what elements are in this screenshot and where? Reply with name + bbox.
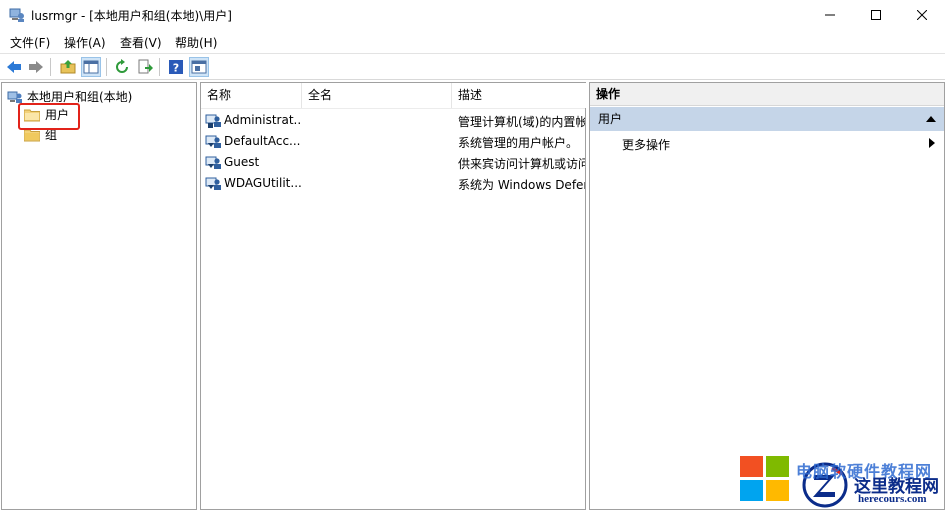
table-row[interactable]: Guest 供来宾访问计算机或访问域的内置帐户: [205, 152, 585, 173]
cell-description: 系统管理的用户帐户。: [458, 136, 579, 150]
back-button[interactable]: [4, 57, 24, 77]
maximize-icon: [871, 10, 881, 20]
up-button[interactable]: [58, 57, 78, 77]
cell-name: DefaultAcc...: [224, 134, 301, 148]
minimize-button[interactable]: [807, 0, 853, 30]
window-title: lusrmgr - [本地用户和组(本地)\用户]: [31, 9, 232, 23]
cell-name: WDAGUtilit...: [224, 176, 302, 190]
forward-button[interactable]: [26, 57, 46, 77]
table-row[interactable]: Administrat... 管理计算机(域)的内置帐户: [205, 110, 585, 131]
up-folder-icon: [60, 60, 76, 74]
more-actions-item[interactable]: 更多操作: [622, 136, 670, 153]
cell-name: Administrat...: [224, 113, 302, 127]
help-icon: ?: [169, 60, 183, 75]
tree-pane: 本地用户和组(本地) 用户 组: [1, 82, 197, 510]
toolbar-separator: [50, 58, 51, 76]
column-header-name[interactable]: 名称: [201, 83, 302, 108]
menu-action[interactable]: 操作(A): [64, 34, 106, 51]
cell-description: 系统为 Windows Defender 应用程序防护: [458, 178, 585, 192]
svg-text:?: ?: [173, 62, 179, 75]
header-divider: [201, 108, 585, 109]
minimize-icon: [825, 14, 835, 16]
show-hide-tree-icon: [83, 60, 99, 74]
forward-arrow-icon: [29, 61, 43, 73]
computer-management-icon: [9, 8, 24, 22]
column-header-description[interactable]: 描述: [452, 83, 586, 108]
close-button[interactable]: [899, 0, 945, 30]
user-account-disabled-icon: [205, 156, 221, 169]
show-hide-action-pane-button[interactable]: [189, 57, 209, 77]
close-icon: [917, 10, 927, 20]
toolbar-separator: [106, 58, 107, 76]
cell-description: 供来宾访问计算机或访问域的内置帐户: [458, 157, 585, 171]
help-button[interactable]: ?: [166, 57, 186, 77]
column-header-fullname[interactable]: 全名: [302, 83, 452, 108]
toolbar-separator: [159, 58, 160, 76]
menu-bar: 文件(F) 操作(A) 查看(V) 帮助(H): [0, 30, 945, 52]
back-arrow-icon: [7, 61, 21, 73]
refresh-icon: [116, 59, 128, 73]
table-row[interactable]: DefaultAcc... 系统管理的用户帐户。: [205, 131, 583, 152]
actions-header: 操作: [590, 83, 944, 106]
selection-highlight-box: [18, 103, 80, 130]
actions-section-users[interactable]: 用户: [590, 107, 944, 131]
export-list-icon: [138, 59, 153, 74]
export-list-button[interactable]: [135, 57, 155, 77]
action-pane: 操作 用户 更多操作: [589, 82, 945, 510]
cell-description: 管理计算机(域)的内置帐户: [458, 115, 585, 129]
title-bar: lusrmgr - [本地用户和组(本地)\用户]: [0, 0, 945, 30]
collapse-arrow-icon[interactable]: [926, 116, 936, 122]
watermark-url: herecours.com: [858, 493, 927, 505]
menu-view[interactable]: 查看(V): [120, 34, 162, 51]
menu-file[interactable]: 文件(F): [10, 34, 50, 51]
table-row[interactable]: WDAGUtilit... 系统为 Windows Defender 应用程序防…: [205, 173, 585, 194]
maximize-button[interactable]: [853, 0, 899, 30]
user-account-disabled-icon: [205, 135, 221, 148]
show-hide-action-pane-icon: [191, 60, 207, 74]
user-account-disabled-icon: [205, 177, 221, 190]
watermark: 电脑软硬件教程网 这里教程网 herecours.com: [740, 452, 945, 510]
windows-logo-icon: [740, 456, 789, 501]
submenu-arrow-icon[interactable]: [929, 138, 935, 148]
cell-name: Guest: [224, 155, 260, 169]
show-hide-tree-button[interactable]: [81, 57, 101, 77]
actions-section-label: 用户: [598, 112, 623, 126]
menu-help[interactable]: 帮助(H): [175, 34, 217, 51]
refresh-button[interactable]: [112, 57, 132, 77]
toolbar: ?: [0, 53, 945, 80]
list-pane: 名称 全名 描述 Administrat... 管理计算机(域)的内置帐户 De…: [200, 82, 586, 510]
user-account-icon: [205, 114, 221, 128]
